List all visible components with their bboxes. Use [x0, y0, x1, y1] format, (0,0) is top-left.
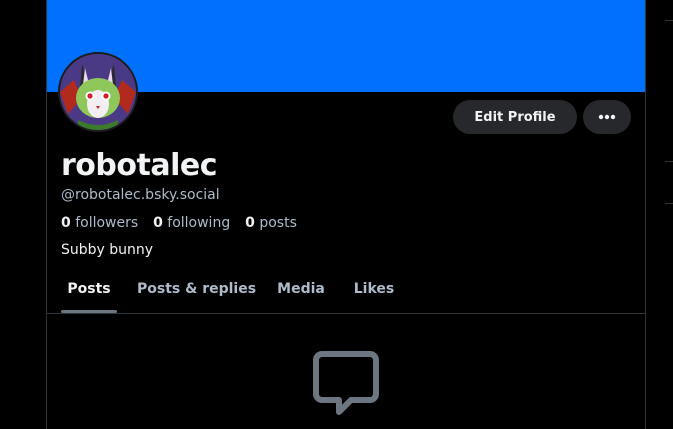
profile-stats: 0 followers 0 following 0 posts — [61, 213, 297, 233]
tab-media[interactable]: Media — [273, 266, 329, 313]
following-label: following — [167, 215, 231, 231]
posts-label: posts — [259, 215, 297, 231]
right-divider — [665, 203, 673, 204]
active-tab-indicator — [61, 310, 117, 313]
followers-count: 0 — [61, 215, 71, 231]
profile-tabs: Posts Posts & replies Media Likes — [47, 266, 645, 314]
profile-avatar[interactable] — [58, 52, 138, 132]
ellipsis-icon — [598, 114, 616, 120]
right-divider — [665, 161, 673, 162]
edit-profile-button[interactable]: Edit Profile — [453, 100, 577, 134]
display-name: robotalec — [61, 148, 218, 183]
profile-page: Edit Profile robotalec @robotalec.bsky.s… — [0, 0, 673, 429]
tab-posts[interactable]: Posts — [61, 266, 117, 313]
empty-feed — [313, 350, 379, 420]
right-divider — [665, 20, 673, 21]
tab-label: Posts — [67, 281, 111, 297]
tab-label: Posts & replies — [137, 281, 257, 297]
more-options-button[interactable] — [583, 100, 631, 134]
posts-count: 0 — [245, 215, 255, 231]
profile-column: Edit Profile robotalec @robotalec.bsky.s… — [46, 0, 646, 429]
following-count: 0 — [153, 215, 163, 231]
profile-banner[interactable] — [47, 0, 645, 92]
tab-label: Likes — [353, 281, 395, 297]
tab-posts-and-replies[interactable]: Posts & replies — [137, 266, 256, 313]
profile-handle: @robotalec.bsky.social — [61, 187, 220, 203]
bunny-avatar-icon — [60, 54, 136, 130]
followers-label: followers — [75, 215, 139, 231]
message-bubble-icon — [313, 351, 379, 415]
profile-bio: Subby bunny — [61, 242, 154, 258]
followers-link[interactable]: 0 followers — [61, 215, 143, 231]
tab-likes[interactable]: Likes — [351, 266, 397, 313]
posts-stat: 0 posts — [245, 215, 297, 231]
tab-label: Media — [277, 281, 325, 297]
following-link[interactable]: 0 following — [153, 215, 235, 231]
